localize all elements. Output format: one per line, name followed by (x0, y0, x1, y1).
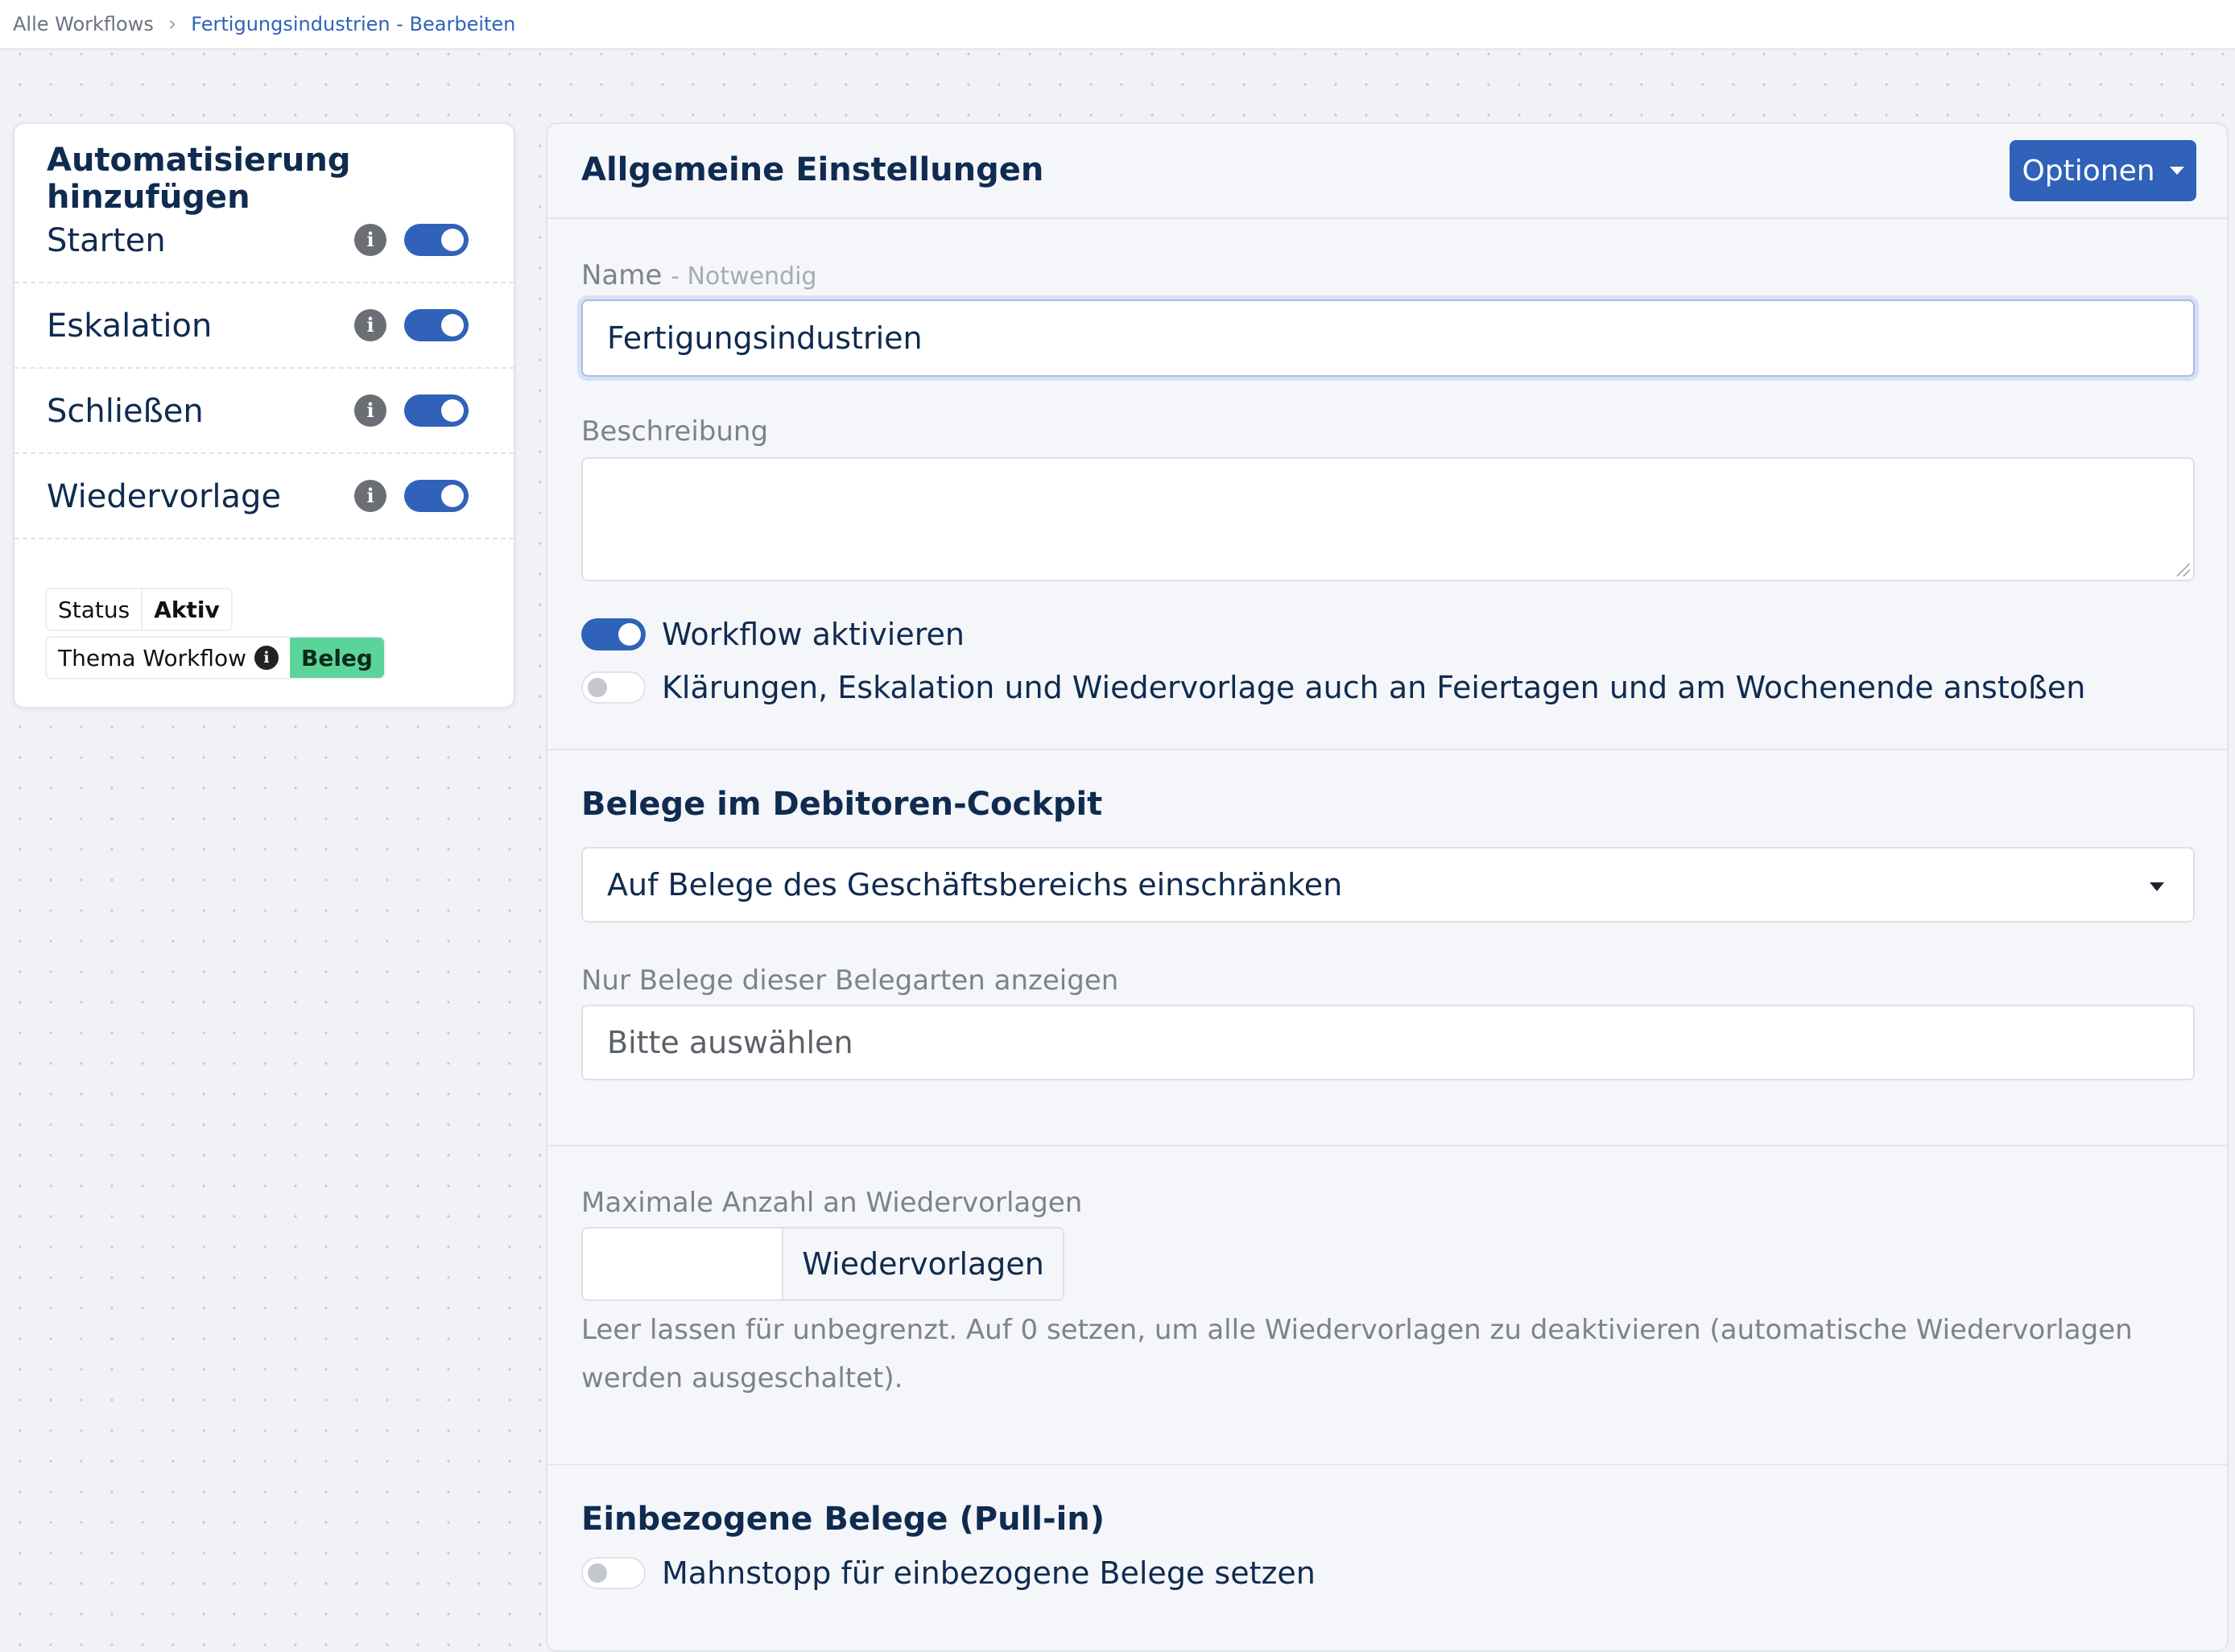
max-followups-input[interactable] (583, 1229, 784, 1299)
automation-row-close: Schließen i (14, 369, 514, 454)
max-followups-group: Wiedervorlagen (581, 1227, 1064, 1301)
info-icon[interactable]: i (354, 480, 386, 512)
info-icon[interactable]: i (354, 309, 386, 341)
document-types-select[interactable]: Bitte auswählen (581, 1005, 2195, 1080)
info-icon[interactable]: i (354, 394, 386, 427)
dunning-stop-toggle[interactable] (581, 1557, 646, 1589)
section-divider (547, 749, 2227, 750)
name-label-text: Name (581, 259, 663, 291)
holiday-row: Klärungen, Eskalation und Wiedervorlage … (581, 670, 2085, 705)
max-followups-label: Maximale Anzahl an Wiedervorlagen (581, 1187, 1083, 1219)
page-title: Allgemeine Einstellungen (581, 151, 1044, 188)
automation-row-start: Starten i (14, 198, 514, 283)
holiday-toggle[interactable] (581, 671, 646, 704)
automation-row-escalation: Eskalation i (14, 283, 514, 369)
activate-workflow-label: Workflow aktivieren (662, 617, 965, 652)
theme-badge: Thema Workflow i Beleg (47, 638, 384, 678)
name-required: - Notwendig (671, 262, 817, 291)
activate-workflow-row: Workflow aktivieren (581, 617, 965, 652)
breadcrumb-all-workflows[interactable]: Alle Workflows (13, 13, 154, 35)
status-badge-value: Aktiv (141, 589, 231, 630)
breadcrumb-current[interactable]: Fertigungsindustrien - Bearbeiten (191, 13, 515, 35)
chevron-right-icon: › (167, 12, 177, 36)
breadcrumb: Alle Workflows › Fertigungsindustrien - … (0, 0, 2235, 50)
name-input-value: Fertigungsindustrien (607, 320, 923, 356)
info-icon[interactable]: i (354, 224, 386, 256)
theme-badge-label: Thema Workflow (58, 644, 246, 671)
settings-header: Allgemeine Einstellungen Optionen (547, 124, 2227, 219)
description-textarea[interactable] (581, 457, 2195, 581)
caret-down-icon (2169, 167, 2184, 175)
automation-label: Eskalation (47, 308, 213, 345)
info-icon[interactable]: i (254, 646, 279, 670)
max-followups-help: Leer lassen für unbegrenzt. Auf 0 setzen… (581, 1314, 2133, 1394)
options-label: Optionen (2022, 154, 2155, 188)
max-followups-addon: Wiedervorlagen (783, 1229, 1063, 1299)
restrict-documents-value: Auf Belege des Geschäftsbereichs einschr… (607, 867, 1343, 902)
restrict-documents-select[interactable]: Auf Belege des Geschäftsbereichs einschr… (581, 847, 2195, 923)
caret-down-icon (2150, 882, 2164, 891)
dunning-stop-label: Mahnstopp für einbezogene Belege setzen (662, 1555, 1316, 1591)
documents-section-title: Belege im Debitoren-Cockpit (581, 786, 1103, 823)
theme-badge-value: Beleg (289, 638, 384, 678)
automation-label: Wiedervorlage (47, 478, 282, 515)
automation-label: Starten (47, 222, 166, 259)
status-badge-key: Status (47, 589, 142, 630)
theme-badge-key: Thema Workflow i (47, 638, 290, 678)
automation-toggle-close[interactable] (404, 394, 469, 427)
document-types-label: Nur Belege dieser Belegarten anzeigen (581, 964, 1119, 997)
options-button[interactable]: Optionen (2010, 140, 2196, 201)
activate-workflow-toggle[interactable] (581, 618, 646, 650)
description-label: Beschreibung (581, 415, 769, 448)
automation-toggle-escalation[interactable] (404, 309, 469, 341)
pullin-section-title: Einbezogene Belege (Pull-in) (581, 1501, 1105, 1538)
automation-toggle-followup[interactable] (404, 480, 469, 512)
dunning-stop-row: Mahnstopp für einbezogene Belege setzen (581, 1555, 1316, 1591)
status-badge: Status Aktiv (47, 589, 231, 630)
automation-panel: Automatisierung hinzufügen Starten i Esk… (13, 122, 515, 708)
holiday-label: Klärungen, Eskalation und Wiedervorlage … (662, 670, 2086, 705)
automation-label: Schließen (47, 393, 204, 430)
section-divider (547, 1145, 2227, 1146)
section-divider (547, 1464, 2227, 1465)
settings-card: Allgemeine Einstellungen Optionen Name -… (546, 122, 2229, 1652)
document-types-placeholder: Bitte auswählen (607, 1025, 853, 1060)
automation-row-followup: Wiedervorlage i (14, 454, 514, 539)
automation-toggle-start[interactable] (404, 224, 469, 256)
resize-handle-icon[interactable] (2177, 564, 2190, 576)
name-label: Name - Notwendig (581, 259, 816, 291)
name-input[interactable]: Fertigungsindustrien (581, 299, 2195, 377)
